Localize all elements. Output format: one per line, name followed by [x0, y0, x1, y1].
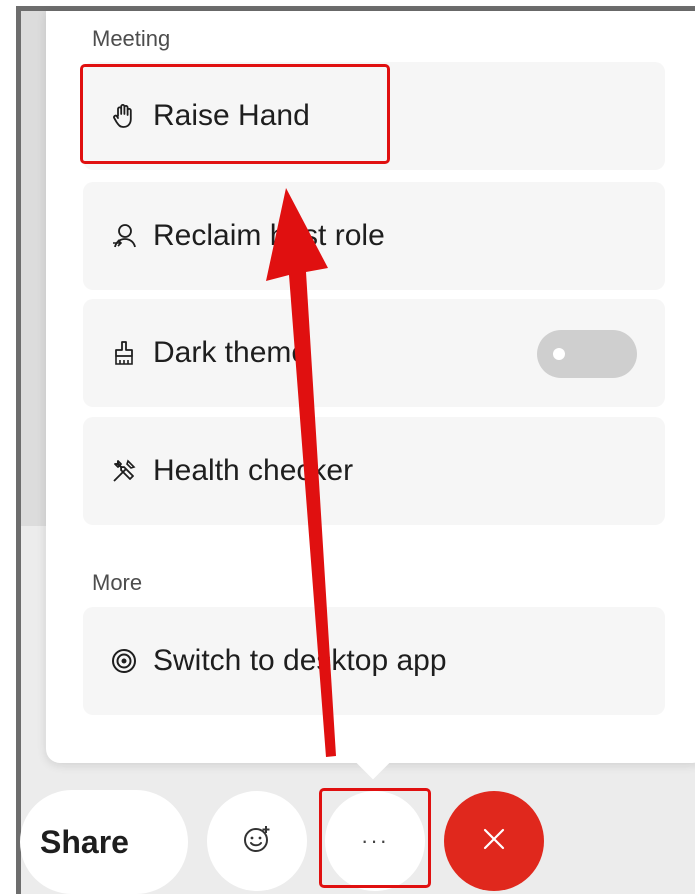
annotation-arrow: [266, 188, 336, 757]
